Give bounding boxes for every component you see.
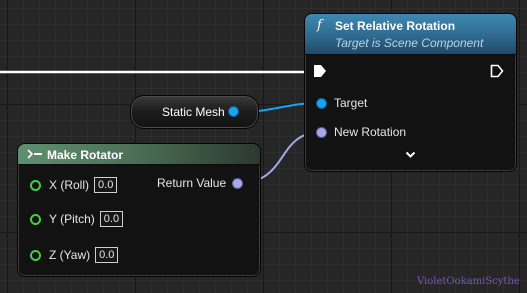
function-icon: f [317, 18, 322, 33]
static-mesh-label: Static Mesh [162, 105, 225, 119]
node-title: Make Rotator [47, 148, 124, 162]
target-pin-label: Target [334, 96, 368, 110]
new-rotation-pin[interactable]: New Rotation [317, 125, 406, 139]
object-pin-icon[interactable] [317, 98, 326, 108]
static-mesh-getter-node[interactable]: Static Mesh [130, 95, 259, 129]
expand-chevron-icon[interactable] [405, 151, 416, 159]
pitch-value-field[interactable]: 0.0 [99, 211, 124, 227]
roll-input-pin[interactable]: X (Roll) 0.0 [30, 177, 118, 193]
node-subtitle: Target is Scene Component [335, 36, 484, 50]
roll-value-field[interactable]: 0.0 [94, 177, 118, 193]
roll-label: X (Roll) [49, 178, 90, 192]
node-header[interactable]: Make Rotator [18, 144, 260, 165]
float-pin-icon[interactable] [30, 213, 41, 225]
rotator-pin-icon[interactable] [317, 127, 326, 137]
rotator-pin-icon[interactable] [233, 178, 243, 188]
return-value-pin[interactable]: Return Value [157, 176, 243, 190]
node-header[interactable]: f Set Relative Rotation Target is Scene … [305, 14, 516, 55]
set-relative-rotation-node[interactable]: f Set Relative Rotation Target is Scene … [304, 13, 517, 172]
make-struct-icon [27, 149, 42, 159]
new-rotation-pin-label: New Rotation [334, 125, 407, 139]
yaw-label: Z (Yaw) [49, 248, 91, 262]
pitch-input-pin[interactable]: Y (Pitch) 0.0 [30, 211, 124, 227]
yaw-value-field[interactable]: 0.0 [95, 247, 119, 263]
node-title: Set Relative Rotation [335, 19, 456, 33]
yaw-input-pin[interactable]: Z (Yaw) 0.0 [30, 247, 119, 263]
return-value-label: Return Value [157, 176, 227, 190]
float-pin-icon[interactable] [30, 179, 41, 191]
pitch-label: Y (Pitch) [49, 212, 95, 226]
float-pin-icon[interactable] [30, 249, 41, 261]
exec-in-pin-icon[interactable] [313, 64, 327, 78]
object-pin-icon[interactable] [229, 107, 238, 116]
target-pin[interactable]: Target [317, 96, 367, 110]
watermark: VioletOokamiScythe [417, 276, 520, 287]
static-mesh-output-pin[interactable] [229, 107, 238, 116]
exec-out-pin-icon[interactable] [490, 64, 504, 78]
